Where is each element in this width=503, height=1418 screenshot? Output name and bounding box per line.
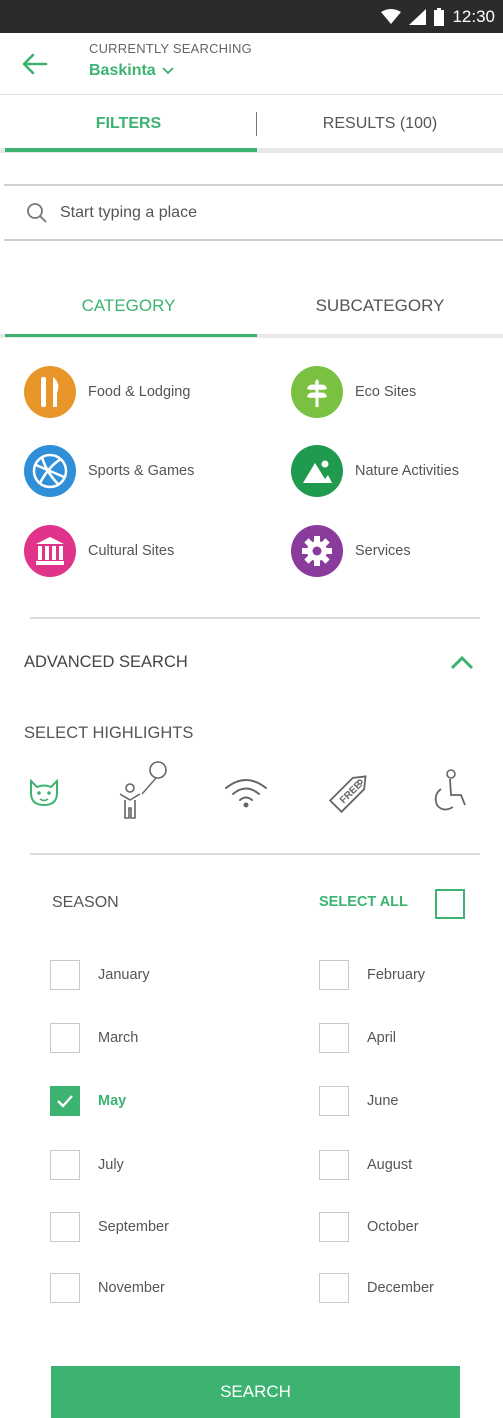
category-sports-games[interactable]: Sports & Games	[24, 445, 194, 497]
month-february[interactable]: February	[319, 960, 425, 990]
wifi-icon[interactable]	[218, 760, 274, 824]
month-label: February	[367, 967, 426, 983]
wheelchair-icon[interactable]	[424, 760, 472, 824]
tab-category[interactable]: CATEGORY	[0, 280, 257, 332]
checkbox[interactable]	[50, 1273, 80, 1303]
tab-results[interactable]: RESULTS (100)	[257, 96, 503, 152]
checkbox[interactable]	[50, 1023, 80, 1053]
category-label: Nature Activities	[355, 463, 459, 479]
select-all-label[interactable]: SELECT ALL	[319, 894, 408, 910]
checkbox[interactable]	[319, 1150, 349, 1180]
checkbox-checked[interactable]	[50, 1086, 80, 1116]
month-december[interactable]: December	[319, 1273, 434, 1303]
place-search-box	[4, 184, 503, 241]
checkbox[interactable]	[319, 960, 349, 990]
place-name: Baskinta	[89, 62, 156, 79]
place-dropdown[interactable]: Baskinta	[89, 62, 174, 80]
pet-friendly-icon[interactable]	[22, 760, 66, 824]
status-bar: 12:30	[0, 0, 503, 33]
checkbox[interactable]	[319, 1273, 349, 1303]
month-label: July	[98, 1157, 124, 1173]
select-all-checkbox[interactable]	[435, 889, 465, 919]
month-label: November	[98, 1280, 165, 1296]
select-highlights-title: SELECT HIGHLIGHTS	[24, 724, 194, 742]
tab-subcategory[interactable]: SUBCATEGORY	[257, 280, 503, 332]
month-label: August	[367, 1157, 413, 1173]
category-label: Services	[355, 543, 411, 559]
currently-searching-label: CURRENTLY SEARCHING	[89, 41, 252, 56]
month-april[interactable]: April	[319, 1023, 396, 1053]
month-label: January	[98, 967, 150, 983]
month-label: October	[367, 1219, 419, 1235]
month-november[interactable]: November	[50, 1273, 165, 1303]
place-search-input[interactable]	[60, 196, 480, 230]
category-label: Cultural Sites	[88, 543, 175, 559]
leaf-icon	[291, 366, 343, 418]
tab-filters[interactable]: FILTERS	[0, 96, 257, 152]
search-button[interactable]: SEARCH	[51, 1366, 460, 1418]
month-label: December	[367, 1280, 434, 1296]
main-tabs: FILTERS RESULTS (100)	[0, 96, 503, 152]
month-june[interactable]: June	[319, 1086, 398, 1116]
checkmark-icon	[57, 1095, 73, 1108]
category-label: Food & Lodging	[88, 384, 191, 400]
month-label: September	[98, 1219, 169, 1235]
month-label: May	[98, 1093, 127, 1109]
chevron-up-icon[interactable]	[448, 652, 476, 674]
month-august[interactable]: August	[319, 1150, 412, 1180]
search-icon	[26, 202, 48, 229]
battery-icon	[434, 7, 445, 26]
checkbox[interactable]	[319, 1212, 349, 1242]
category-eco-sites[interactable]: Eco Sites	[291, 366, 416, 418]
season-title: SEASON	[52, 894, 119, 911]
museum-icon	[24, 525, 76, 577]
divider	[30, 853, 480, 855]
divider	[30, 617, 480, 619]
checkbox[interactable]	[319, 1086, 349, 1116]
wifi-icon	[381, 8, 402, 25]
kids-friendly-icon[interactable]	[112, 760, 170, 824]
checkbox[interactable]	[50, 960, 80, 990]
checkbox[interactable]	[50, 1150, 80, 1180]
checkbox[interactable]	[50, 1212, 80, 1242]
month-label: March	[98, 1030, 139, 1046]
month-july[interactable]: July	[50, 1150, 124, 1180]
month-september[interactable]: September	[50, 1212, 169, 1242]
mountain-icon	[291, 445, 343, 497]
app-header: CURRENTLY SEARCHING Baskinta	[0, 33, 503, 95]
month-may[interactable]: May	[50, 1086, 126, 1116]
back-arrow-icon[interactable]	[20, 51, 50, 77]
category-nature-activities[interactable]: Nature Activities	[291, 445, 459, 497]
category-services[interactable]: Services	[291, 525, 411, 577]
month-january[interactable]: January	[50, 960, 150, 990]
advanced-search-title[interactable]: ADVANCED SEARCH	[24, 653, 188, 672]
ball-icon	[24, 445, 76, 497]
status-time: 12:30	[452, 6, 495, 26]
category-label: Eco Sites	[355, 384, 417, 400]
month-label: June	[367, 1093, 399, 1109]
gear-icon	[291, 525, 343, 577]
category-active-indicator	[5, 334, 257, 337]
month-october[interactable]: October	[319, 1212, 419, 1242]
cell-signal-icon	[409, 8, 427, 25]
tab-active-indicator	[5, 148, 257, 152]
checkbox[interactable]	[319, 1023, 349, 1053]
category-cultural-sites[interactable]: Cultural Sites	[24, 525, 174, 577]
month-label: April	[367, 1030, 397, 1046]
category-food-lodging[interactable]: Food & Lodging	[24, 366, 190, 418]
chevron-down-icon	[162, 62, 174, 80]
month-march[interactable]: March	[50, 1023, 138, 1053]
free-tag-icon[interactable]: FREE	[322, 760, 378, 824]
category-label: Sports & Games	[88, 463, 195, 479]
utensils-icon	[24, 366, 76, 418]
